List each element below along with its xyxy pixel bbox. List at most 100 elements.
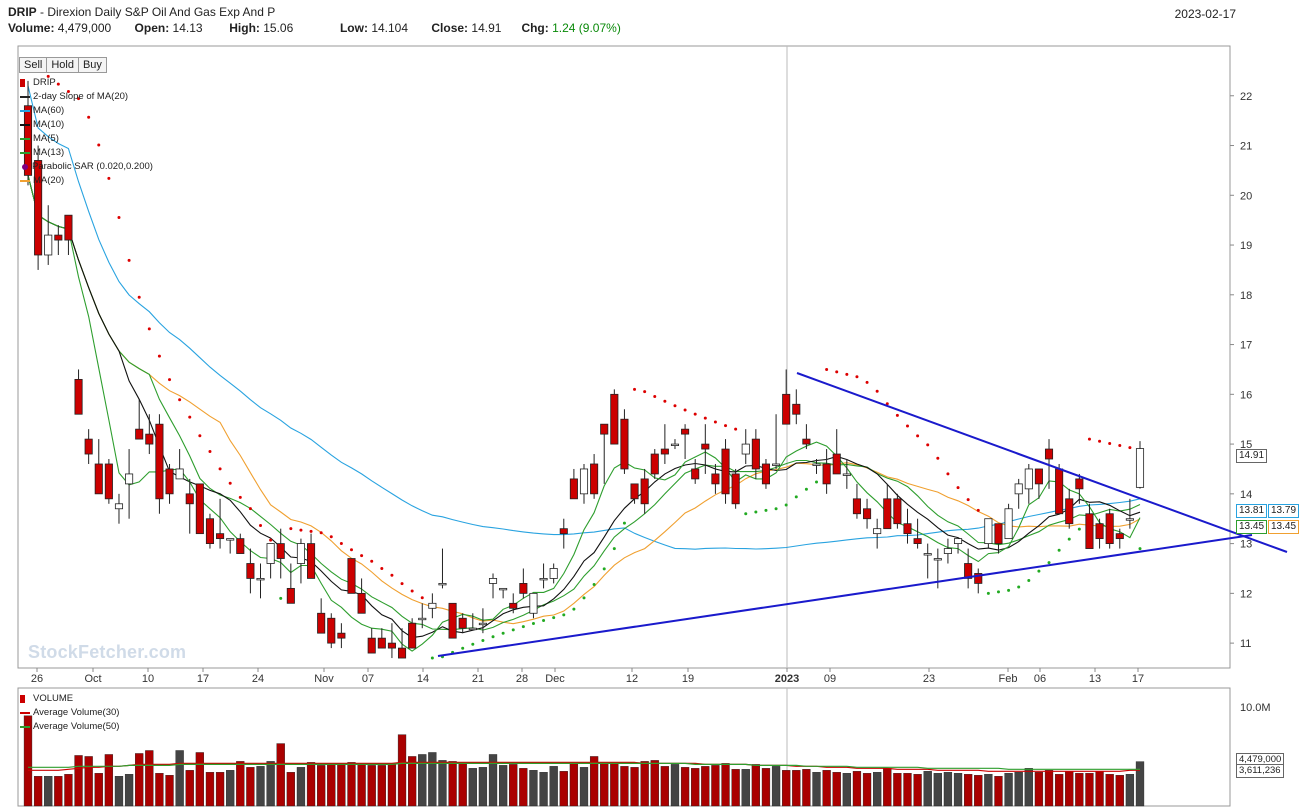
- candle-body: [1135, 448, 1145, 488]
- candle-body: [620, 418, 629, 470]
- volume-bar: [1044, 770, 1054, 807]
- candle-body: [721, 448, 730, 495]
- volume-bar: [1054, 774, 1064, 807]
- sar-dot: [905, 424, 909, 428]
- sar-dot: [966, 498, 970, 502]
- x-tick-label: 21: [472, 673, 484, 685]
- volume-tick-label: 10.0M: [1240, 702, 1271, 714]
- volume-bar: [215, 772, 225, 807]
- candle-body: [317, 612, 326, 634]
- x-tick-label: 26: [31, 673, 43, 685]
- candle-body: [943, 548, 952, 554]
- sar-dot: [612, 547, 616, 551]
- x-tick-label: Nov: [314, 673, 334, 685]
- sar-dot: [491, 635, 495, 639]
- volume-bar: [509, 764, 518, 807]
- symbol[interactable]: DRIP: [8, 5, 37, 19]
- sar-dot: [683, 408, 687, 412]
- sar-dot: [218, 467, 222, 471]
- volume-bar: [630, 767, 639, 807]
- volume-bar: [670, 764, 680, 807]
- sar-dot: [633, 387, 637, 391]
- x-tick-label: Oct: [84, 673, 101, 685]
- volume-bar: [276, 743, 285, 807]
- candle-body: [893, 498, 902, 525]
- sar-dot: [916, 434, 920, 438]
- sar-dot: [1108, 441, 1112, 445]
- volume-bar: [741, 769, 750, 807]
- volume-bar: [205, 772, 215, 807]
- candle-body: [145, 433, 154, 445]
- volume-bar: [782, 770, 791, 807]
- hold-button[interactable]: Hold: [46, 57, 79, 73]
- volume-bar: [226, 770, 235, 807]
- volume-bar: [84, 756, 93, 807]
- volume-bar: [367, 765, 376, 807]
- candle-body: [600, 423, 609, 435]
- sar-dot: [562, 613, 566, 617]
- candle-body: [499, 587, 508, 591]
- candle-icon: [20, 79, 25, 87]
- candle-body: [751, 438, 760, 470]
- candle-body: [286, 587, 295, 604]
- sell-button[interactable]: Sell: [19, 57, 48, 73]
- volume-bar: [579, 767, 589, 807]
- candle-body: [1115, 533, 1124, 540]
- open-value: 14.13: [172, 21, 203, 35]
- stock-chart[interactable]: 111213141516171819202122 26 Oct 10 17 24 Nov 0…: [0, 44, 1299, 809]
- sar-dot: [936, 456, 940, 460]
- volume-legend-label: Average Volume(50): [33, 721, 120, 732]
- sar-dot: [602, 567, 606, 571]
- sar-dot-icon: [22, 164, 28, 170]
- candle-body: [984, 518, 993, 544]
- buy-button[interactable]: Buy: [77, 57, 107, 73]
- signal-buttons: Sell Hold Buy: [19, 57, 107, 73]
- sar-dot: [299, 528, 303, 532]
- volume-bar: [135, 753, 144, 807]
- candle-body: [731, 473, 740, 505]
- volume-bar: [964, 774, 973, 807]
- volume-bar: [883, 768, 892, 807]
- chg-value: 1.24 (9.07%): [552, 21, 621, 35]
- volume-bar: [943, 772, 953, 807]
- sar-dot: [825, 367, 829, 371]
- candle-body: [509, 602, 518, 609]
- sar-dot: [996, 590, 1000, 594]
- volume-bar: [953, 773, 963, 807]
- candle-body: [377, 637, 386, 649]
- volume-bar: [680, 767, 690, 807]
- volume-bar: [933, 773, 942, 807]
- volume-bar: [195, 752, 204, 807]
- volume-bar: [549, 766, 558, 807]
- candle-body: [94, 463, 103, 495]
- candle-body: [701, 443, 710, 450]
- sar-dot: [521, 625, 525, 629]
- volume-bar: [185, 770, 194, 807]
- volume-bar: [600, 762, 609, 807]
- candle-body: [135, 428, 144, 440]
- candle-body: [630, 483, 639, 500]
- x-tick-label: 13: [1089, 673, 1101, 685]
- line-swatch-icon: [20, 726, 30, 728]
- candle-body: [539, 578, 548, 581]
- volume-bar: [913, 774, 922, 807]
- candle-body: [387, 642, 396, 649]
- sar-dot: [926, 443, 930, 447]
- x-tick-label: 10: [142, 673, 154, 685]
- volume-bar: [448, 761, 457, 807]
- candle-body: [468, 627, 477, 631]
- sar-dot: [673, 404, 677, 408]
- sar-dot: [238, 495, 242, 499]
- candle-body: [1105, 513, 1114, 545]
- x-tick-label: 07: [362, 673, 374, 685]
- sar-dot: [865, 380, 869, 384]
- volume-bar: [701, 766, 710, 807]
- sar-dot: [531, 621, 535, 625]
- candle-body: [438, 583, 447, 586]
- sar-dot: [157, 354, 161, 358]
- sar-dot: [1027, 578, 1031, 582]
- y-tick-label: 14: [1240, 489, 1252, 501]
- volume-bar: [104, 754, 114, 807]
- candle-body: [104, 463, 113, 500]
- sar-dot: [895, 413, 899, 417]
